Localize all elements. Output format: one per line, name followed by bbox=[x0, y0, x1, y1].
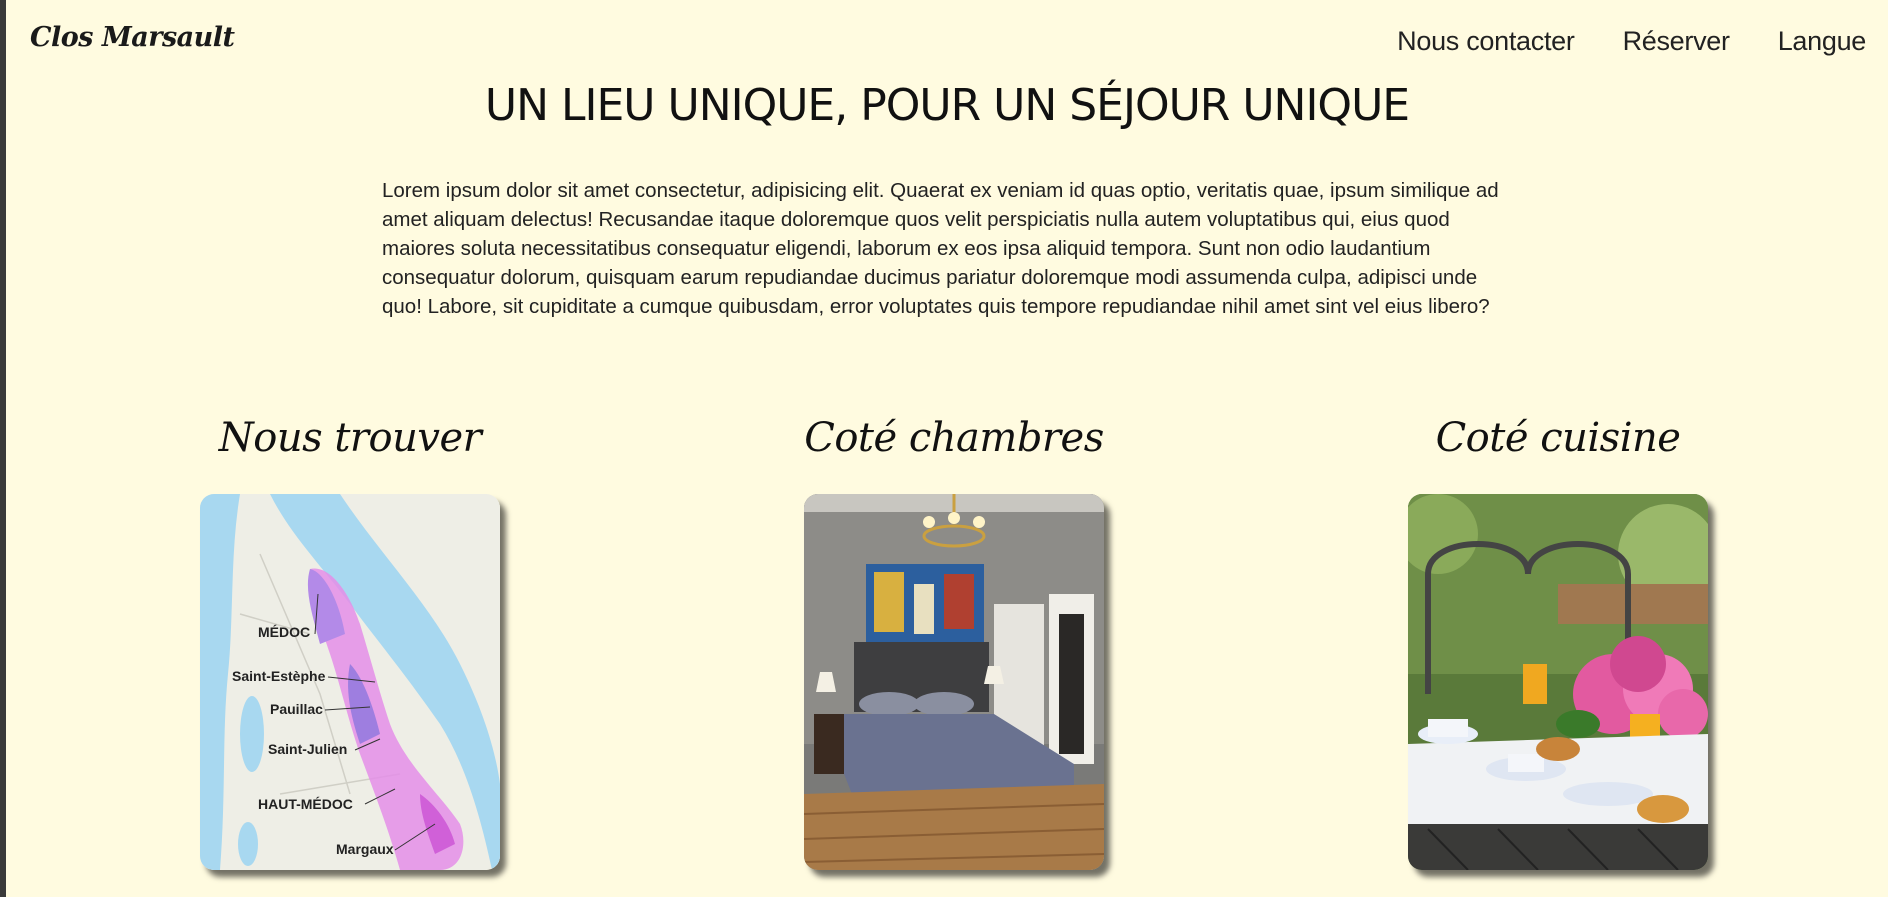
breakfast-image[interactable] bbox=[1408, 494, 1708, 870]
card-kitchen[interactable]: Coté cuisine bbox=[1398, 410, 1718, 870]
card-find-us[interactable]: Nous trouver MÉDOC Saint-Estèphe Pauilla… bbox=[190, 410, 510, 870]
brand-logo[interactable]: Clos Marsault bbox=[30, 22, 235, 53]
page: Clos Marsault Nous contacter Réserver La… bbox=[6, 0, 1888, 897]
main-nav: Nous contacter Réserver Langue bbox=[1397, 26, 1866, 57]
card-rooms[interactable]: Coté chambres bbox=[794, 410, 1114, 870]
map-label-pauillac: Pauillac bbox=[270, 701, 323, 717]
map-label-saint-estephe: Saint-Estèphe bbox=[232, 668, 326, 684]
map-label-medoc: MÉDOC bbox=[258, 624, 310, 640]
map-image[interactable]: MÉDOC Saint-Estèphe Pauillac Saint-Julie… bbox=[200, 494, 500, 870]
map-label-margaux: Margaux bbox=[336, 841, 394, 857]
bedroom-image[interactable] bbox=[804, 494, 1104, 870]
page-headline: UN LIEU UNIQUE, POUR UN SÉJOUR UNIQUE bbox=[484, 80, 1410, 131]
nav-book[interactable]: Réserver bbox=[1623, 26, 1730, 57]
card-title-kitchen: Coté cuisine bbox=[1435, 415, 1681, 461]
intro-text: Lorem ipsum dolor sit amet consectetur, … bbox=[382, 179, 1499, 318]
nav-contact[interactable]: Nous contacter bbox=[1397, 26, 1575, 57]
map-label-saint-julien: Saint-Julien bbox=[268, 741, 347, 757]
card-title-rooms: Coté chambres bbox=[804, 415, 1104, 461]
map-label-haut-medoc: HAUT-MÉDOC bbox=[258, 796, 353, 812]
card-title-find-us: Nous trouver bbox=[218, 415, 482, 461]
nav-language[interactable]: Langue bbox=[1778, 26, 1867, 57]
